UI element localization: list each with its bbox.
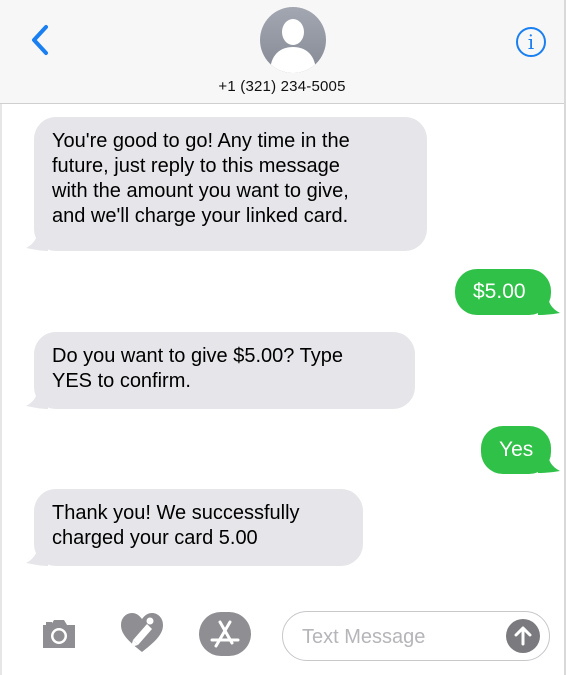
message-line: Do you want to give $5.00? Type [52,345,343,367]
message-line: Thank you! We successfully [52,502,300,524]
bubble-tail-incoming [26,229,48,251]
arrow-up-icon [514,626,532,646]
camera-icon[interactable] [40,617,78,651]
messages-screen: +1 (321) 234-5005 i You're good to go! A… [0,0,566,675]
message-line: and we'll charge your linked card. [52,205,349,227]
message-bubble-incoming: Do you want to give $5.00? Type YES to c… [34,332,415,409]
message-line: charged your card 5.00 [52,527,258,549]
bubble-tail-incoming [26,544,48,566]
message-line: YES to confirm. [52,370,191,392]
text-message-input[interactable] [300,622,504,652]
bubble-tail-incoming [26,387,48,409]
message-bubble-incoming: You're good to go! Any time in the futur… [34,117,427,251]
back-button[interactable] [22,22,58,58]
message-line: with the amount you want to give, [52,180,349,202]
bubble-tail-outgoing [538,295,560,315]
message-text: Yes [499,438,534,461]
message-text: $5.00 [473,280,526,303]
message-bubble-outgoing: $5.00 [455,269,551,315]
app-store-icon[interactable] [199,612,251,656]
info-button[interactable]: i [516,27,546,57]
message-line: You're good to go! Any time in the [52,130,350,152]
message-line: future, just reply to this message [52,155,340,177]
info-circle-icon: i [527,30,535,54]
contact-name[interactable]: +1 (321) 234-5005 [0,78,564,95]
contact-avatar[interactable] [260,7,326,73]
bubble-tail-outgoing [538,453,560,473]
send-button[interactable] [506,619,540,653]
heart-digital-touch-icon[interactable] [119,610,165,656]
message-bubble-incoming: Thank you! We successfully charged your … [34,489,363,566]
person-silhouette-icon [270,19,316,73]
message-composer [282,611,550,661]
conversation-header: +1 (321) 234-5005 i [0,0,564,104]
chevron-left-icon [32,25,48,55]
